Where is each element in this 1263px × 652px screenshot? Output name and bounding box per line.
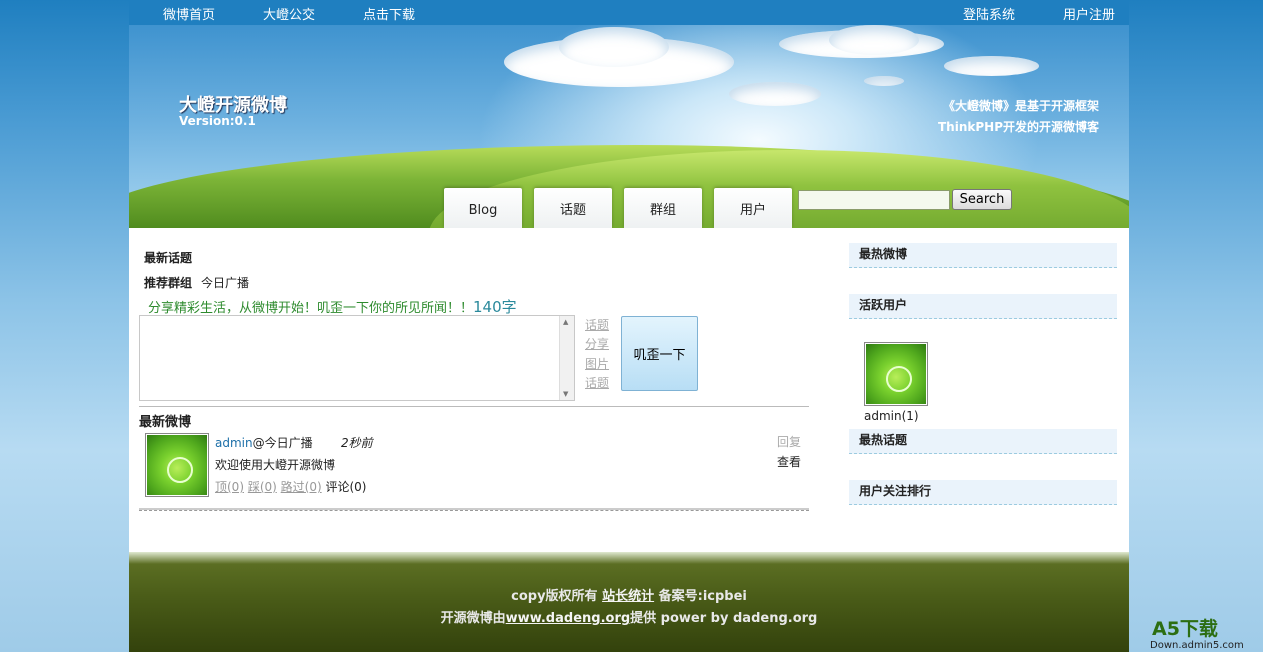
cloud-graphic <box>729 82 821 106</box>
footer-line-1: copy版权所有 站长统计 备案号:icpbei <box>129 585 1129 604</box>
divider <box>139 508 809 511</box>
cloud-graphic <box>864 76 904 86</box>
latest-topics-heading: 最新话题 <box>144 251 193 265</box>
avatar-image <box>147 435 207 495</box>
insert-share-link[interactable]: 分享 <box>585 335 609 352</box>
slogan-line-2: ThinkPHP开发的开源微博客 <box>938 120 1099 134</box>
post-avatar[interactable] <box>145 433 209 497</box>
footer-site-link[interactable]: www.dadeng.org <box>506 611 630 626</box>
footer-provider-prefix: 开源微博由 <box>440 611 506 626</box>
search-input[interactable] <box>798 190 950 210</box>
insert-topic-link-2[interactable]: 话题 <box>585 374 609 391</box>
recommend-group-label: 推荐群组 <box>144 276 193 290</box>
footer-icp: 备案号:icpbei <box>658 589 747 604</box>
divider <box>139 406 809 407</box>
search-button[interactable]: Search <box>952 189 1012 210</box>
char-count: 140字 <box>473 298 517 316</box>
cloud-graphic <box>559 27 669 67</box>
tab-topics[interactable]: 话题 <box>534 188 612 228</box>
post-view-link[interactable]: 查看 <box>777 453 801 470</box>
tennis-ball-icon <box>886 366 912 392</box>
tab-users[interactable]: 用户 <box>714 188 792 228</box>
compose-textarea[interactable]: ▲ ▼ <box>139 315 575 401</box>
footer-stats-link[interactable]: 站长统计 <box>602 589 654 604</box>
footer: copy版权所有 站长统计 备案号:icpbei 开源微博由www.dadeng… <box>129 552 1129 652</box>
page-container: 微博首页 大嶝公交 点击下载 登陆系统 用户注册 大嶝开源微博 Version:… <box>129 0 1129 652</box>
sidebar-active-users: 活跃用户 <box>849 294 1117 319</box>
post-content: 欢迎使用大嶝开源微博 <box>215 458 336 472</box>
slogan-line-1: 《大嶝微博》是基于开源框架 <box>942 99 1099 113</box>
tennis-ball-icon <box>167 457 193 483</box>
footer-copyright: copy版权所有 <box>511 589 598 604</box>
watermark-logo: A5下载 <box>1152 618 1218 640</box>
post-upvote-link[interactable]: 顶(0) <box>215 480 244 494</box>
post-comments-link[interactable]: 评论(0) <box>325 480 366 494</box>
top-nav: 微博首页 大嶝公交 点击下载 登陆系统 用户注册 <box>129 0 1129 25</box>
avatar-image <box>866 344 926 404</box>
footer-line-2: 开源微博由www.dadeng.org提供 power by dadeng.or… <box>129 607 1129 626</box>
tab-groups[interactable]: 群组 <box>624 188 702 228</box>
active-user-name[interactable]: admin(1) <box>864 409 919 423</box>
textarea-scrollbar[interactable]: ▲ ▼ <box>559 316 574 400</box>
site-version: Version:0.1 <box>179 114 256 128</box>
sidebar-hot-weibo: 最热微博 <box>849 243 1117 268</box>
watermark: A5下载 Down.admin5.com <box>1150 618 1262 652</box>
recommend-group-link[interactable]: 今日广播 <box>201 274 249 291</box>
post-passby-link[interactable]: 路过(0) <box>281 480 322 494</box>
header-banner: 大嶝开源微博 Version:0.1 《大嶝微博》是基于开源框架 ThinkPH… <box>129 25 1129 228</box>
cloud-graphic <box>944 56 1039 76</box>
main-content: 最新话题 推荐群组 今日广播 分享精彩生活，从微博开始！叽歪一下你的所见所闻！！… <box>129 228 1129 552</box>
site-slogan: 《大嶝微博》是基于开源框架 ThinkPHP开发的开源微博客 <box>938 96 1099 138</box>
post-header: admin@今日广播 <box>215 434 313 451</box>
sidebar-hot-topics: 最热话题 <box>849 429 1117 454</box>
cloud-graphic <box>829 25 919 55</box>
sidebar-follow-rank: 用户关注排行 <box>849 480 1117 505</box>
compose-prompt-text: 分享精彩生活，从微博开始！叽歪一下你的所见所闻！！ <box>148 301 474 316</box>
nav-register-link[interactable]: 用户注册 <box>1063 4 1115 23</box>
scroll-up-icon[interactable]: ▲ <box>563 318 568 326</box>
tab-blog[interactable]: Blog <box>444 188 522 228</box>
post-time: 2秒前 <box>341 436 373 450</box>
compose-prompt: 分享精彩生活，从微博开始！叽歪一下你的所见所闻！！140字 <box>148 296 517 317</box>
post-downvote-link[interactable]: 踩(0) <box>248 480 277 494</box>
nav-bus-link[interactable]: 大嶝公交 <box>263 4 315 23</box>
post-button[interactable]: 叽歪一下 <box>621 316 698 391</box>
nav-login-link[interactable]: 登陆系统 <box>963 4 1015 23</box>
insert-topic-link[interactable]: 话题 <box>585 316 609 333</box>
post-user-link[interactable]: admin <box>215 436 253 450</box>
post-reply-link[interactable]: 回复 <box>777 433 801 450</box>
footer-provider-suffix: 提供 power by dadeng.org <box>630 611 818 626</box>
latest-weibo-heading: 最新微博 <box>139 415 192 430</box>
scroll-down-icon[interactable]: ▼ <box>563 390 568 398</box>
nav-home-link[interactable]: 微博首页 <box>163 4 215 23</box>
post-at-group[interactable]: @今日广播 <box>253 436 313 450</box>
insert-image-link[interactable]: 图片 <box>585 355 609 372</box>
active-user-avatar[interactable] <box>864 342 928 406</box>
post-actions: 顶(0) 踩(0) 路过(0) 评论(0) <box>215 478 366 495</box>
nav-download-link[interactable]: 点击下载 <box>363 4 415 23</box>
watermark-url: Down.admin5.com <box>1150 640 1244 651</box>
